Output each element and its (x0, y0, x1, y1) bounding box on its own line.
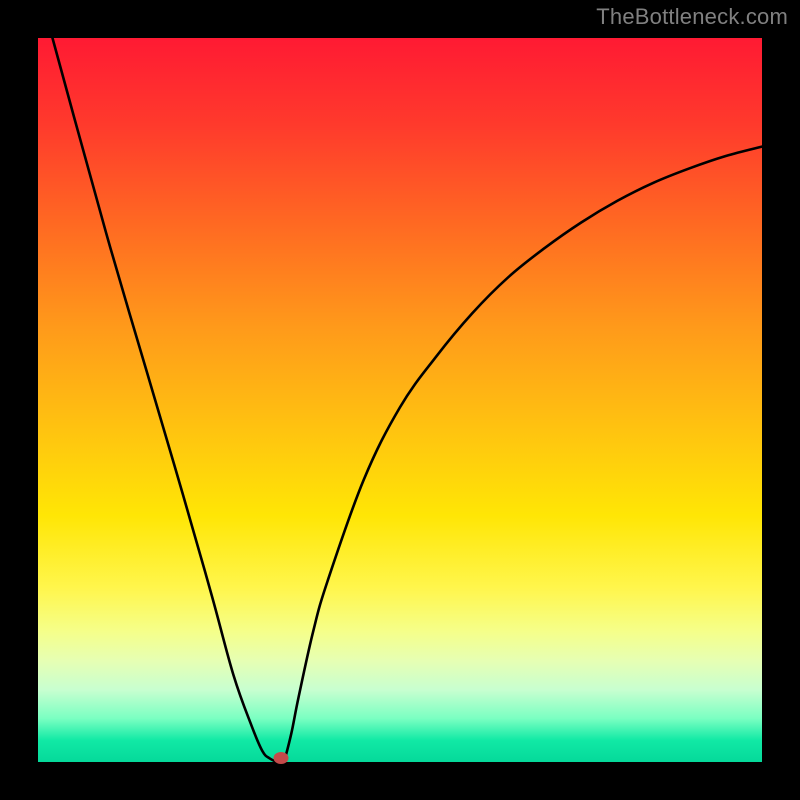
bottleneck-curve (38, 38, 762, 762)
curve-left-path (52, 38, 276, 762)
plot-area (38, 38, 762, 762)
chart-frame: TheBottleneck.com (0, 0, 800, 800)
curve-right-path (284, 147, 762, 762)
attribution-text: TheBottleneck.com (596, 4, 788, 30)
minimum-marker (273, 752, 288, 764)
